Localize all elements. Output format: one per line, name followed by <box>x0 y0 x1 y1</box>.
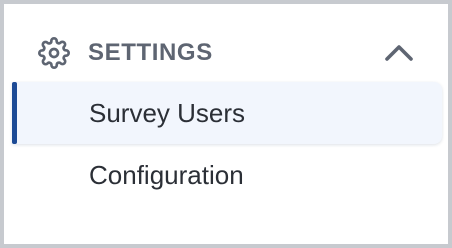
nav-item-configuration[interactable]: Configuration <box>12 144 442 206</box>
gear-icon <box>38 37 70 69</box>
active-indicator <box>12 82 17 144</box>
nav-item-survey-users[interactable]: Survey Users <box>12 82 442 144</box>
nav-item-label: Survey Users <box>89 98 246 128</box>
settings-panel: SETTINGS Survey Users Configuration <box>0 0 452 248</box>
nav-item-label: Configuration <box>89 160 244 190</box>
collapse-toggle-button[interactable] <box>378 32 420 74</box>
settings-nav-list: Survey Users Configuration <box>12 82 442 206</box>
chevron-up-icon <box>385 45 413 61</box>
section-title: SETTINGS <box>88 39 213 66</box>
